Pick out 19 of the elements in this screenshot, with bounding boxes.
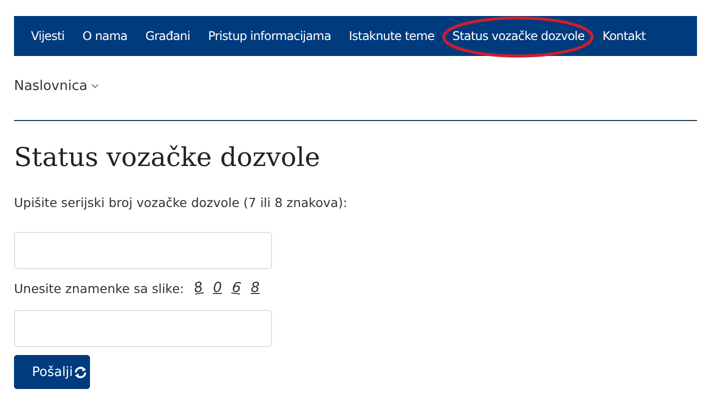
- captcha-digit: 8: [250, 280, 260, 296]
- captcha-digit: 6: [230, 279, 242, 297]
- captcha-digit: 0: [212, 280, 222, 296]
- page-title: Status vozačke dozvole: [14, 143, 322, 173]
- serial-number-field[interactable]: [14, 232, 272, 269]
- captcha-digit: 8: [192, 279, 204, 297]
- refresh-icon[interactable]: [72, 364, 88, 380]
- nav-link[interactable]: Istaknute teme: [340, 29, 444, 43]
- breadcrumb-link[interactable]: Naslovnica: [14, 78, 88, 94]
- chevron-down-icon[interactable]: [91, 83, 100, 89]
- captcha-label: Unesite znamenke sa slike:: [14, 280, 184, 296]
- nav-link[interactable]: Kontakt: [593, 29, 655, 43]
- serial-label: Upišite serijski broj vozačke dozvole (7 ili 8 znakova):: [14, 195, 348, 210]
- nav-link[interactable]: Građani: [136, 29, 200, 43]
- submit-button[interactable]: Pošalji: [14, 355, 90, 389]
- captcha-field[interactable]: [14, 310, 272, 347]
- nav-link[interactable]: O nama: [74, 29, 136, 43]
- nav-link[interactable]: Vijesti: [22, 29, 74, 43]
- nav-link[interactable]: Pristup informacijama: [199, 29, 340, 43]
